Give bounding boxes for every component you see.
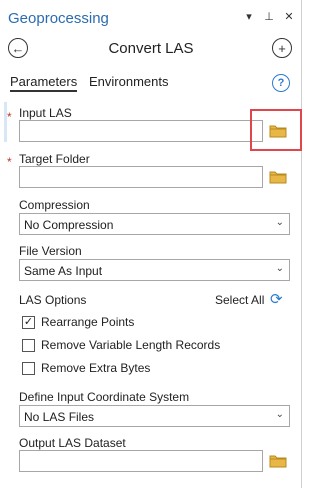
option-rearrange-points[interactable]: ✓ Rearrange Points <box>22 315 134 329</box>
pane-title: Geoprocessing <box>8 10 109 27</box>
input-las-label: Input LAS <box>19 106 72 120</box>
target-folder-field[interactable] <box>19 166 263 188</box>
file-version-value: Same As Input <box>24 264 103 278</box>
folder-icon <box>269 171 287 184</box>
plus-icon: + <box>278 40 286 56</box>
pane-titlebar: Geoprocessing ▾ ⊥ ✕ <box>0 0 302 34</box>
coordinate-system-value: No LAS Files <box>24 410 95 424</box>
target-folder-browse-button[interactable] <box>267 167 289 187</box>
browse-highlight-box <box>250 109 302 151</box>
pin-icon[interactable]: ⊥ <box>264 11 274 23</box>
tool-title: Convert LAS <box>108 40 194 57</box>
close-icon[interactable]: ✕ <box>284 11 294 23</box>
chevron-down-icon: ⌄ <box>275 263 284 274</box>
help-glyph: ? <box>277 77 285 89</box>
chevron-down-icon: ⌄ <box>275 409 284 420</box>
compression-select[interactable]: No Compression ⌄ <box>19 213 290 235</box>
input-las-field[interactable] <box>19 120 263 142</box>
option-remove-vlr[interactable]: Remove Variable Length Records <box>22 338 220 352</box>
required-marker: * <box>7 155 12 169</box>
help-icon[interactable]: ? <box>272 74 290 92</box>
geoprocessing-pane: Geoprocessing ▾ ⊥ ✕ ← Convert LAS + Para… <box>0 0 302 488</box>
select-all-link[interactable]: Select All <box>215 293 264 307</box>
option-label: Remove Variable Length Records <box>41 338 221 352</box>
option-label: Rearrange Points <box>41 315 135 329</box>
tool-header: ← Convert LAS + <box>0 36 302 62</box>
file-version-label: File Version <box>19 244 82 258</box>
file-version-select[interactable]: Same As Input ⌄ <box>19 259 290 281</box>
required-marker: * <box>7 110 12 124</box>
coordinate-system-select[interactable]: No LAS Files ⌄ <box>19 405 290 427</box>
compression-value: No Compression <box>24 218 114 232</box>
tab-parameters[interactable]: Parameters <box>10 74 78 92</box>
add-button[interactable]: + <box>272 38 292 58</box>
tab-environments[interactable]: Environments <box>89 74 168 89</box>
checkbox-unchecked[interactable] <box>22 338 35 352</box>
tool-tabs: Parameters Environments ? <box>0 72 302 94</box>
pane-controls: ▾ ⊥ ✕ <box>244 11 294 23</box>
compression-label: Compression <box>19 198 90 212</box>
output-las-label: Output LAS Dataset <box>19 436 126 450</box>
output-las-field[interactable] <box>19 450 263 472</box>
option-remove-extra-bytes[interactable]: Remove Extra Bytes <box>22 361 150 375</box>
folder-icon <box>269 455 287 468</box>
las-options-label: LAS Options <box>19 293 87 307</box>
target-folder-label: Target Folder <box>19 152 90 166</box>
option-label: Remove Extra Bytes <box>41 361 151 375</box>
coordinate-system-label: Define Input Coordinate System <box>19 390 190 404</box>
chevron-down-icon: ⌄ <box>275 217 284 228</box>
output-las-browse-button[interactable] <box>267 451 289 471</box>
checkbox-unchecked[interactable] <box>22 361 35 375</box>
refresh-icon[interactable]: ⟳ <box>270 290 283 308</box>
pane-menu-icon[interactable]: ▾ <box>244 11 254 23</box>
checkbox-checked[interactable]: ✓ <box>22 315 35 329</box>
